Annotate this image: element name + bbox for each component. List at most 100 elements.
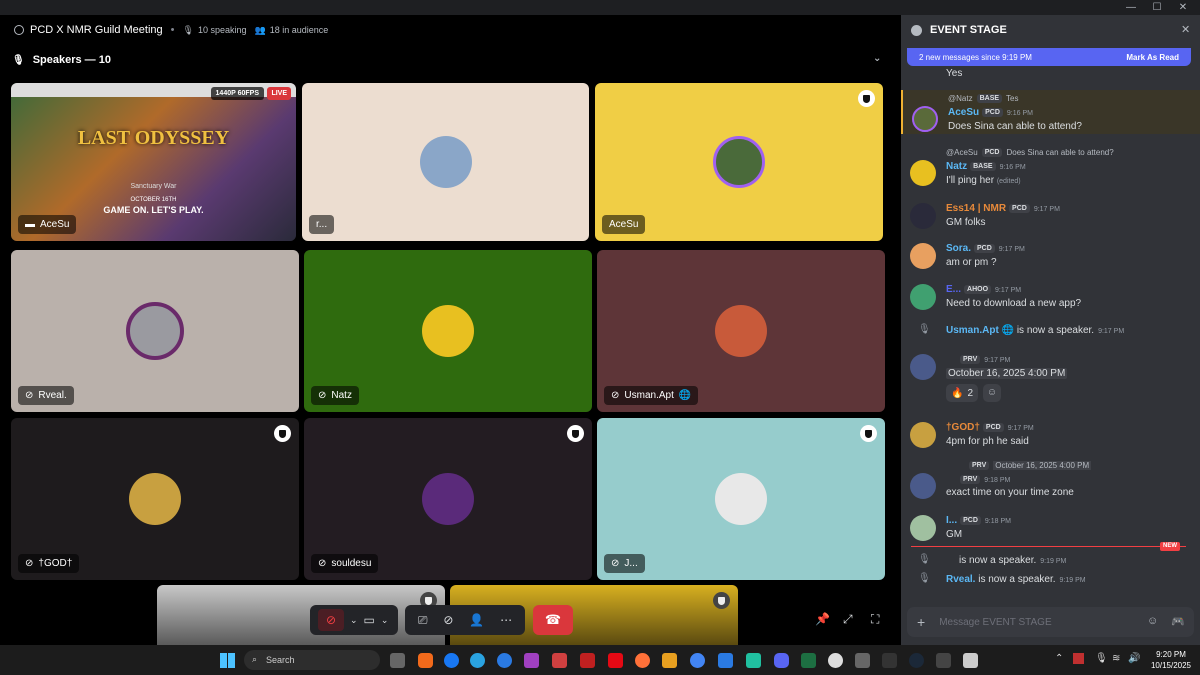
emoji-icon[interactable]: ☺ xyxy=(1147,615,1158,627)
muted-icon: ⊘ xyxy=(611,558,620,569)
globe-icon: 🌐 xyxy=(1001,325,1015,336)
message: I... PCD 9:18 PM GM xyxy=(901,513,1200,549)
globe-icon: 🌐 xyxy=(678,390,692,401)
add-reaction-icon[interactable]: ☺ xyxy=(983,384,1001,402)
chevron-down-icon[interactable]: ⌄ xyxy=(873,53,881,64)
invite-icon[interactable]: 👤 xyxy=(469,613,484,627)
avatar[interactable] xyxy=(910,284,936,310)
speaker-tile-god[interactable]: ⊘ †GOD† xyxy=(11,418,299,580)
message: PRV October 16, 2025 4:00 PM PRV 9:18 PM e… xyxy=(901,459,1200,509)
excel-icon[interactable] xyxy=(801,653,816,668)
app-icon[interactable] xyxy=(963,653,978,668)
task-view-icon[interactable] xyxy=(390,653,405,668)
gamepad-icon[interactable]: 🎮 xyxy=(1171,615,1185,628)
people-icon: 👥 xyxy=(254,24,266,35)
maximize-button[interactable]: ☐ xyxy=(1144,0,1170,15)
discord-icon[interactable] xyxy=(774,653,789,668)
popout-icon[interactable]: ⤢ xyxy=(843,612,853,627)
start-icon[interactable] xyxy=(220,653,235,668)
muted-icon: ⊘ xyxy=(611,390,620,401)
facebook-icon[interactable] xyxy=(444,653,459,668)
firefox-icon[interactable] xyxy=(635,653,650,668)
avatar[interactable] xyxy=(912,106,938,132)
chevron-up-icon[interactable]: ⌃ xyxy=(1055,653,1063,664)
app-icon[interactable] xyxy=(580,653,595,668)
browser-icon[interactable] xyxy=(497,653,512,668)
store-icon[interactable] xyxy=(718,653,733,668)
moderator-icon xyxy=(858,90,875,107)
move-to-audience-icon[interactable]: ⊘ xyxy=(443,613,453,627)
moderator-icon xyxy=(713,592,730,609)
avatar[interactable] xyxy=(910,422,936,448)
mic-icon: 🎙 xyxy=(918,554,931,565)
tray-app-icon[interactable] xyxy=(1073,653,1084,664)
netflix-icon[interactable] xyxy=(608,653,623,668)
avatar[interactable] xyxy=(910,354,936,380)
speaker-tile-souldesu[interactable]: ⊘ souldesu xyxy=(304,418,592,580)
speaker-tile-partial-1[interactable] xyxy=(157,585,445,645)
wifi-icon[interactable]: ≋ xyxy=(1112,653,1120,664)
avatar[interactable] xyxy=(910,473,936,499)
system-message: 🎙 Usman.Apt 🌐 is now a speaker. 9:17 PM xyxy=(918,324,1125,336)
avatar xyxy=(419,136,472,188)
avatar[interactable] xyxy=(910,160,936,186)
avatar xyxy=(715,473,767,525)
brave-icon[interactable] xyxy=(418,653,433,668)
new-messages-bar[interactable]: 2 new messages since 9:19 PM Mark As Rea… xyxy=(907,48,1191,66)
mark-as-read-button[interactable]: Mark As Read xyxy=(1126,53,1179,62)
add-attachment-icon[interactable]: + xyxy=(917,614,925,630)
steam-icon[interactable] xyxy=(909,653,924,668)
app-icon[interactable] xyxy=(855,653,870,668)
speaker-tile-natz[interactable]: ⊘ Natz xyxy=(304,250,592,412)
system-message: 🎙 Rveal. is now a speaker. 9:19 PM xyxy=(918,573,1086,585)
app-icon[interactable] xyxy=(936,653,951,668)
speaker-tile-usman[interactable]: ⊘ Usman.Apt 🌐 xyxy=(597,250,885,412)
share-screen-icon[interactable]: ⎚ xyxy=(418,613,428,628)
chevron-down-icon[interactable]: ⌄ xyxy=(350,615,358,626)
discord-window: — ☐ ✕ PCD X NMR Guild Meeting • 🎙 10 spea… xyxy=(0,0,1200,645)
fullscreen-icon[interactable]: ⛶ xyxy=(871,612,879,627)
chrome-icon[interactable] xyxy=(690,653,705,668)
avatar[interactable] xyxy=(910,243,936,269)
mic-icon: 🎙 xyxy=(182,24,194,35)
speaker-tile-j[interactable]: ⊘ J... xyxy=(597,418,885,580)
close-window-button[interactable]: ✕ xyxy=(1170,0,1196,15)
speaker-tile-stream[interactable]: LAST ODYSSEY Sanctuary War OCTOBER 16TH … xyxy=(11,83,296,241)
clock[interactable]: 9:20 PM 10/15/2025 xyxy=(1146,649,1196,671)
microphone-tray-icon[interactable]: 🎙 xyxy=(1095,653,1108,664)
message-composer[interactable]: + Message EVENT STAGE ☺ 🎮 xyxy=(907,607,1194,637)
speaker-tile-acesu[interactable]: AceSu xyxy=(595,83,883,241)
speakers-count: Speakers — 10 xyxy=(32,54,111,66)
speaker-tile-r[interactable]: r... xyxy=(302,83,589,241)
minimize-button[interactable]: — xyxy=(1118,0,1144,15)
app-icon[interactable] xyxy=(662,653,677,668)
leave-stage-button[interactable]: ☎ xyxy=(533,605,573,635)
system-message: 🎙 is now a speaker. 9:19 PM xyxy=(918,554,1067,566)
game-subtitle: Sanctuary War xyxy=(130,183,177,190)
more-options-icon[interactable]: ⋯ xyxy=(500,613,512,627)
chevron-down-icon[interactable]: ⌄ xyxy=(381,615,389,626)
avatar[interactable] xyxy=(910,203,936,229)
message-input[interactable]: Message EVENT STAGE xyxy=(939,617,1051,628)
reaction-fire[interactable]: 🔥 2 xyxy=(946,384,979,402)
stage-icon xyxy=(14,25,24,35)
speaking-count: 🎙 10 speaking xyxy=(182,24,247,36)
speaker-name-tag: ⊘ J... xyxy=(604,554,645,573)
pin-icon[interactable]: 📌 xyxy=(815,612,830,626)
camera-off-icon[interactable]: ▭ xyxy=(364,613,375,627)
app-icon[interactable] xyxy=(746,653,761,668)
chatgpt-icon[interactable] xyxy=(828,653,843,668)
app-icon[interactable] xyxy=(524,653,539,668)
epic-games-icon[interactable] xyxy=(882,653,897,668)
speaker-name-tag: r... xyxy=(309,215,335,234)
app-icon[interactable] xyxy=(552,653,567,668)
mute-button[interactable]: ⊘ xyxy=(318,609,344,631)
taskbar-search[interactable]: ⌕ Search xyxy=(244,650,380,670)
speakers-section-header[interactable]: 🎙 Speakers — 10 ⌄ xyxy=(0,45,896,75)
telegram-icon[interactable] xyxy=(470,653,485,668)
mic-icon: 🎙 xyxy=(918,324,931,335)
volume-icon[interactable]: 🔊 xyxy=(1128,653,1140,664)
avatar[interactable] xyxy=(910,515,936,541)
speaker-tile-rveal[interactable]: ⊘ Rveal. xyxy=(11,250,299,412)
close-icon[interactable]: ✕ xyxy=(1181,23,1190,36)
